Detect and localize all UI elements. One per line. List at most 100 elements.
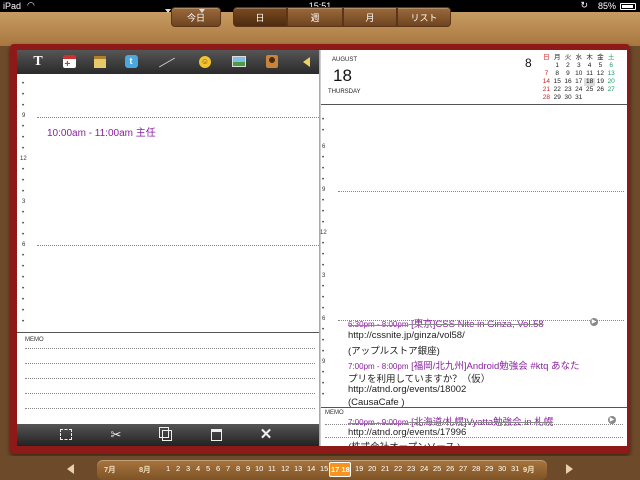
strip-day[interactable]: 10 [255, 464, 263, 473]
calendar-day[interactable]: 13 [606, 70, 617, 78]
tab-list[interactable]: リスト [397, 7, 451, 27]
strip-day[interactable]: 2 [176, 464, 180, 473]
strip-day[interactable]: 30 [498, 464, 506, 473]
emoji-icon[interactable]: ☺ [197, 54, 213, 70]
calendar-day[interactable]: 24 [573, 86, 584, 94]
select-icon[interactable] [58, 427, 74, 443]
strip-prev-month[interactable]: 7月 [104, 464, 116, 475]
calendar-day[interactable] [584, 94, 595, 102]
strip-next-month[interactable]: 9月 [523, 464, 535, 475]
tab-week[interactable]: 週 [287, 7, 343, 27]
calendar-day[interactable]: 22 [552, 86, 563, 94]
strip-current-month[interactable]: 8月 [139, 464, 151, 475]
calendar-day[interactable]: 6 [606, 62, 617, 70]
next-month-arrow-icon[interactable] [566, 464, 573, 474]
pen-dropdown-arrow-icon[interactable] [165, 9, 171, 13]
event-detail-arrow-icon[interactable]: ▶ [590, 318, 598, 326]
calendar-day[interactable]: 28 [541, 94, 552, 102]
paste-icon[interactable] [208, 427, 224, 443]
event-url[interactable]: http://atnd.org/events/17996 [348, 427, 466, 438]
strip-day[interactable]: 19 [355, 464, 363, 473]
twitter-icon[interactable]: t [123, 54, 139, 70]
strip-day[interactable]: 22 [394, 464, 402, 473]
mini-calendar[interactable]: 日 月 火 水 木 金 土 1 2 3 4 5 6 7 8 9 10 11 12… [541, 54, 617, 102]
strip-day[interactable]: 15 [320, 464, 328, 473]
calendar-day[interactable]: 27 [606, 86, 617, 94]
strip-day[interactable]: 7 [226, 464, 230, 473]
calendar-day[interactable]: 11 [584, 70, 595, 78]
strip-day[interactable]: 29 [485, 464, 493, 473]
event-entry[interactable]: 6:30pm - 8:00pm [東京]CSS Nite in Ginza, V… [348, 316, 544, 330]
strip-day[interactable]: 4 [196, 464, 200, 473]
speaker-icon[interactable] [301, 54, 317, 70]
event-entry[interactable]: 7:00pm - 9:00pm [北海道/札幌]Vyatta勉強会 in 札幌 [348, 414, 553, 428]
strip-day[interactable]: 1 [166, 464, 170, 473]
contact-icon[interactable] [264, 54, 280, 70]
calendar-day[interactable]: 4 [584, 62, 595, 70]
strip-day[interactable]: 8 [236, 464, 240, 473]
calendar-day[interactable]: 20 [606, 78, 617, 86]
left-page[interactable] [17, 50, 319, 446]
tab-month[interactable]: 月 [343, 7, 397, 27]
add-event-icon[interactable] [61, 54, 77, 73]
calendar-day[interactable]: 25 [584, 86, 595, 94]
strip-day[interactable]: 5 [206, 464, 210, 473]
calendar-day[interactable]: 23 [563, 86, 574, 94]
strip-day[interactable]: 11 [268, 464, 276, 473]
tab-day[interactable]: 日 [233, 7, 287, 27]
calendar-day[interactable]: 7 [541, 70, 552, 78]
photo-icon[interactable] [231, 54, 247, 70]
strip-day[interactable]: 14 [307, 464, 315, 473]
strip-day[interactable]: 12 [281, 464, 289, 473]
strip-day[interactable]: 26 [446, 464, 454, 473]
calendar-day[interactable]: 31 [573, 94, 584, 102]
strip-day[interactable]: 20 [368, 464, 376, 473]
event-detail-arrow-icon[interactable]: ▶ [608, 416, 616, 424]
close-icon[interactable]: ✕ [258, 427, 274, 443]
strip-day[interactable]: 24 [420, 464, 428, 473]
calendar-day-today[interactable]: 18 [584, 78, 595, 86]
calendar-day[interactable] [595, 94, 606, 102]
calendar-day[interactable]: 10 [573, 70, 584, 78]
cut-icon[interactable]: ✂ [108, 427, 124, 443]
calendar-day[interactable]: 3 [573, 62, 584, 70]
calendar-day[interactable]: 30 [563, 94, 574, 102]
strip-day[interactable]: 25 [433, 464, 441, 473]
calendar-day[interactable]: 19 [595, 78, 606, 86]
previous-month-arrow-icon[interactable] [67, 464, 74, 474]
calendar-day[interactable]: 21 [541, 86, 552, 94]
strip-day[interactable]: 13 [294, 464, 302, 473]
calendar-day[interactable]: 26 [595, 86, 606, 94]
note-icon[interactable] [92, 54, 108, 70]
text-icon[interactable]: T [30, 54, 46, 70]
calendar-day[interactable]: 29 [552, 94, 563, 102]
strip-day[interactable]: 27 [459, 464, 467, 473]
strip-day[interactable]: 21 [381, 464, 389, 473]
calendar-day[interactable]: 17 [573, 78, 584, 86]
strip-day[interactable]: 3 [186, 464, 190, 473]
today-button[interactable]: 今日 [171, 7, 221, 27]
strip-day[interactable]: 9 [246, 464, 250, 473]
calendar-day[interactable] [606, 94, 617, 102]
event-url[interactable]: http://cssnite.jp/ginza/vol58/ [348, 330, 465, 341]
pen-line-icon[interactable] [155, 54, 179, 70]
calendar-day[interactable]: 16 [563, 78, 574, 86]
calendar-day[interactable]: 14 [541, 78, 552, 86]
strip-day[interactable]: 28 [472, 464, 480, 473]
calendar-day[interactable]: 2 [563, 62, 574, 70]
event-entry[interactable]: 10:00am - 11:00am 主任 [47, 124, 156, 139]
calendar-day[interactable]: 12 [595, 70, 606, 78]
calendar-day[interactable]: 1 [552, 62, 563, 70]
event-url[interactable]: http://atnd.org/events/18002 [348, 384, 466, 395]
strip-day[interactable]: 6 [216, 464, 220, 473]
calendar-day[interactable]: 9 [563, 70, 574, 78]
calendar-day[interactable]: 5 [595, 62, 606, 70]
strip-day[interactable]: 23 [407, 464, 415, 473]
event-entry[interactable]: 7:00pm - 8:00pm [福岡/北九州]Android勉強会 #ktq … [348, 358, 580, 372]
calendar-day[interactable]: 15 [552, 78, 563, 86]
strip-day[interactable]: 31 [511, 464, 519, 473]
copy-icon[interactable] [158, 427, 174, 443]
emoji-dropdown-arrow-icon[interactable] [199, 9, 205, 13]
calendar-day[interactable] [541, 62, 552, 70]
calendar-day[interactable]: 8 [552, 70, 563, 78]
